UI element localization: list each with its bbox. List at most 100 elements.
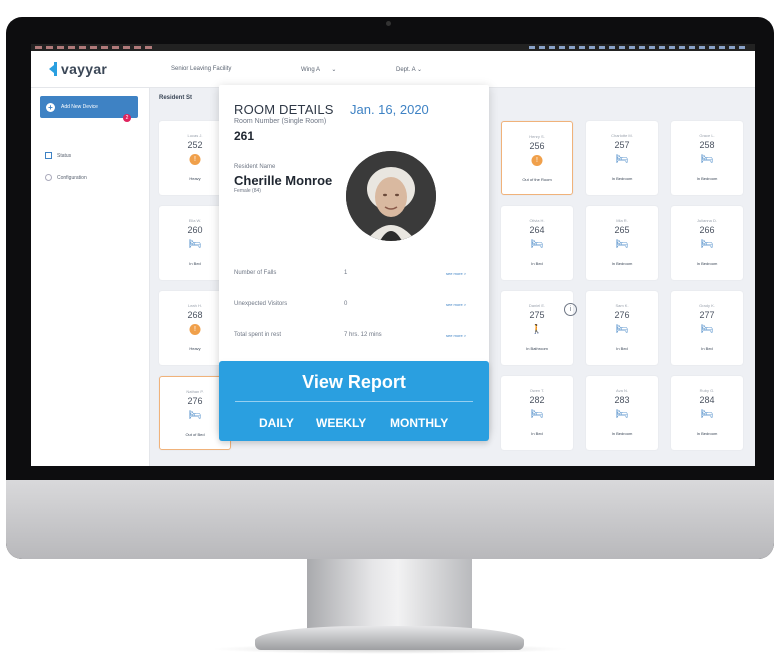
info-icon[interactable]: i bbox=[564, 303, 577, 316]
resident-avatar bbox=[346, 151, 436, 241]
camera bbox=[386, 21, 391, 26]
dept-select[interactable]: Dept. A ⌄ bbox=[396, 66, 422, 73]
room-card[interactable]: Olivia H. 264 🛏 In Bed bbox=[501, 206, 573, 280]
bed-icon: 🛏 bbox=[188, 410, 202, 421]
room-card[interactable]: Grace L. 258 🛏 In Bedroom bbox=[671, 121, 743, 195]
room-status: In Bedroom bbox=[696, 261, 718, 266]
see-more-link[interactable]: see more > bbox=[446, 333, 466, 338]
gear-icon bbox=[45, 174, 52, 181]
resident-short-name: Sam K. bbox=[615, 303, 629, 308]
screen: vayyar Senior Leaving Facility Wing A ⌄ … bbox=[31, 44, 755, 466]
bed-icon: 🛏 bbox=[615, 154, 629, 165]
sidebar-item-configuration[interactable]: Configuration bbox=[45, 174, 87, 181]
room-number: 283 bbox=[614, 395, 630, 405]
bed-icon: 🛏 bbox=[700, 324, 714, 335]
resident-short-name: Julianna D. bbox=[696, 218, 717, 223]
room-number: 277 bbox=[699, 310, 715, 320]
person-icon: 🚶 bbox=[531, 324, 543, 334]
stat-rest: Total spent in rest 7 hrs. 12 mins see m… bbox=[234, 332, 467, 338]
report-monthly-link[interactable]: MONTHLY bbox=[390, 416, 448, 430]
sidebar-item-status[interactable]: Status bbox=[45, 152, 71, 159]
wing-select[interactable]: Wing A ⌄ bbox=[301, 66, 336, 73]
view-report-button[interactable]: View Report bbox=[219, 372, 489, 393]
alert-icon: ! bbox=[189, 324, 201, 335]
room-number: 256 bbox=[529, 141, 545, 151]
room-number: 266 bbox=[699, 225, 715, 235]
room-status: In Bed bbox=[531, 431, 543, 436]
popup-title: ROOM DETAILS bbox=[234, 102, 334, 117]
chevron-down-icon: ⌄ bbox=[331, 67, 337, 73]
resident-info: Female (84) bbox=[234, 188, 261, 194]
section-title: Resident St bbox=[159, 95, 193, 101]
report-daily-link[interactable]: DAILY bbox=[259, 416, 294, 430]
resident-short-name: Charlotte M. bbox=[611, 133, 633, 138]
stat-falls: Number of Falls 1 see more > bbox=[234, 270, 467, 276]
room-card[interactable]: Charlotte M. 257 🛏 In Bedroom bbox=[586, 121, 658, 195]
resident-short-name: Mia R. bbox=[616, 218, 628, 223]
room-details-popup: ROOM DETAILS Jan. 16, 2020 Room Number (… bbox=[219, 85, 489, 441]
bed-icon: 🛏 bbox=[530, 409, 544, 420]
see-more-link[interactable]: see more > bbox=[446, 302, 466, 307]
resident-short-name: Ava N. bbox=[616, 388, 628, 393]
logo: vayyar bbox=[49, 61, 107, 77]
facility-select[interactable]: Senior Leaving Facility bbox=[171, 66, 231, 72]
resident-short-name: Grace L. bbox=[699, 133, 715, 138]
logo-text: vayyar bbox=[61, 61, 108, 77]
bed-icon: 🛏 bbox=[530, 239, 544, 250]
resident-label: Resident Name bbox=[234, 164, 276, 170]
room-status: In Bed bbox=[616, 346, 628, 351]
room-status: Out of the Room bbox=[522, 177, 552, 182]
room-number: 264 bbox=[529, 225, 545, 235]
plus-icon: + bbox=[46, 102, 55, 112]
resident-name: Cherille Monroe bbox=[234, 173, 333, 188]
bed-icon: 🛏 bbox=[615, 409, 629, 420]
monitor-base bbox=[255, 626, 524, 650]
view-report-panel: View Report DAILY WEEKLY MONTHLY bbox=[219, 361, 489, 441]
room-card[interactable]: Owen T. 282 🛏 In Bed bbox=[501, 376, 573, 450]
bed-icon: 🛏 bbox=[615, 239, 629, 250]
room-card[interactable]: Ava N. 283 🛏 In Bedroom bbox=[586, 376, 658, 450]
room-status: In Bedroom bbox=[611, 176, 633, 181]
room-number-label: Room Number (Single Room) bbox=[234, 118, 327, 125]
room-number: 261 bbox=[234, 129, 255, 143]
room-card[interactable]: Mia R. 265 🛏 In Bedroom bbox=[586, 206, 658, 280]
room-number: 284 bbox=[699, 395, 715, 405]
room-number: 276 bbox=[614, 310, 630, 320]
os-menubar bbox=[31, 44, 755, 51]
room-status: In Bathroom bbox=[526, 346, 548, 351]
alert-icon: ! bbox=[189, 154, 201, 165]
room-card[interactable]: Grady K. 277 🛏 In Bed bbox=[671, 291, 743, 365]
logo-icon bbox=[49, 62, 57, 76]
alert-icon: ! bbox=[531, 155, 543, 166]
stat-visitors: Unexpected Visitors 0 see more > bbox=[234, 301, 467, 307]
room-status: In Bedroom bbox=[611, 431, 633, 436]
resident-short-name: Ruby G. bbox=[699, 388, 715, 393]
report-weekly-link[interactable]: WEEKLY bbox=[316, 416, 366, 430]
popup-date: Jan. 16, 2020 bbox=[350, 102, 429, 117]
room-number: 282 bbox=[529, 395, 545, 405]
chevron-down-icon: ⌄ bbox=[417, 67, 423, 73]
bed-icon: 🛏 bbox=[700, 409, 714, 420]
resident-short-name: Owen T. bbox=[529, 388, 545, 393]
room-card[interactable]: Daniel E. 275 🚶 In Bathroom bbox=[501, 291, 573, 365]
see-more-link[interactable]: see more > bbox=[446, 271, 466, 276]
resident-short-name: Olivia H. bbox=[529, 218, 545, 223]
room-status: In Bedroom bbox=[696, 431, 718, 436]
room-card[interactable]: Sam K. 276 🛏 In Bed bbox=[586, 291, 658, 365]
sidebar: + Add New Device Status Configuration bbox=[31, 88, 150, 466]
status-badge: 2 bbox=[123, 114, 131, 122]
room-number: 257 bbox=[614, 140, 630, 150]
room-status: In Bedroom bbox=[696, 176, 718, 181]
resident-short-name: Daniel E. bbox=[528, 303, 546, 308]
room-card[interactable]: Ruby G. 284 🛏 In Bedroom bbox=[671, 376, 743, 450]
room-status: In Bedroom bbox=[611, 261, 633, 266]
divider bbox=[235, 401, 473, 402]
status-icon bbox=[45, 152, 52, 159]
bed-icon: 🛏 bbox=[615, 324, 629, 335]
room-card[interactable]: Julianna D. 266 🛏 In Bedroom bbox=[671, 206, 743, 280]
room-card[interactable]: Henry S. 256! Out of the Room bbox=[501, 121, 573, 195]
monitor-stand bbox=[307, 559, 472, 629]
room-number: 258 bbox=[699, 140, 715, 150]
monitor-chin bbox=[6, 480, 774, 559]
resident-short-name: Grady K. bbox=[699, 303, 715, 308]
